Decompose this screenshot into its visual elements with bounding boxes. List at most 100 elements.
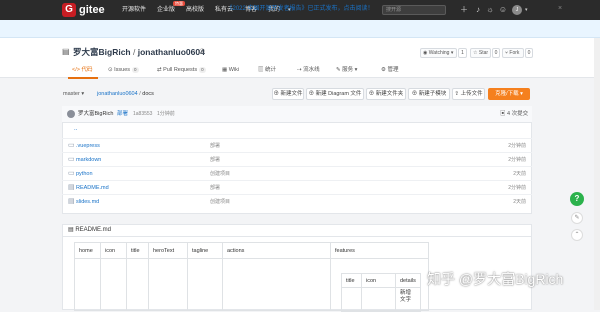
star-count[interactable]: 0 bbox=[492, 48, 500, 58]
tab-pipeline[interactable]: ⇢ 流水线 bbox=[297, 66, 320, 74]
table-cell bbox=[74, 258, 101, 311]
tab-issues[interactable]: ⊙ Issues 0 bbox=[108, 66, 139, 74]
upload-file-button[interactable]: ⇪ 上传文件 bbox=[452, 88, 485, 100]
table-cell bbox=[361, 287, 396, 312]
table-cell bbox=[341, 287, 362, 312]
folder-icon: ▭ bbox=[68, 142, 75, 149]
avatar[interactable] bbox=[67, 110, 75, 118]
file-time: 2分钟前 bbox=[508, 143, 526, 149]
star-label: Star bbox=[478, 50, 489, 56]
file-name[interactable]: README.md bbox=[76, 184, 109, 192]
file-commit-message[interactable]: 部署 bbox=[210, 142, 220, 150]
file-row-vuepress[interactable]: ▭ .vuepress 部署 2分钟前 bbox=[62, 138, 532, 152]
new-diagram-button[interactable]: ⊕ 新建 Diagram 文件 bbox=[306, 88, 364, 100]
active-tab-indicator bbox=[68, 77, 98, 79]
file-name[interactable]: python bbox=[76, 170, 93, 178]
watermark: 知乎 @罗大富BigRich bbox=[427, 271, 564, 287]
table-cell bbox=[126, 258, 149, 311]
file-commit-message[interactable]: 部署 bbox=[210, 184, 220, 192]
file-icon: ▤ bbox=[68, 184, 75, 191]
fork-label: Fork bbox=[509, 50, 520, 56]
table-header: icon bbox=[100, 242, 127, 259]
issue-icon: ⊙ bbox=[108, 67, 113, 73]
file-name[interactable]: markdown bbox=[76, 156, 101, 164]
file-time: 2天前 bbox=[513, 199, 526, 205]
table-header: home bbox=[74, 242, 101, 259]
help-icon[interactable]: ? bbox=[570, 192, 584, 206]
commit-message[interactable]: 部署 bbox=[117, 110, 128, 118]
tab-stats[interactable]: ▥ 统计 bbox=[258, 66, 276, 74]
tab-wiki[interactable]: ▦ Wiki bbox=[222, 66, 239, 74]
file-row-slides[interactable]: ▤ slides.md 创建项目 2天前 bbox=[62, 194, 532, 208]
wiki-icon: ▦ bbox=[222, 67, 228, 73]
breadcrumb: jonathanluo0604 / docs bbox=[97, 90, 154, 98]
table-cell bbox=[187, 258, 223, 311]
commit-author[interactable]: 罗大富BigRich bbox=[78, 110, 113, 118]
parent-directory-link[interactable]: .. bbox=[74, 125, 77, 133]
file-time: 2分钟前 bbox=[508, 157, 526, 163]
file-name[interactable]: slides.md bbox=[76, 198, 99, 206]
back-to-top-icon[interactable]: ⌃ bbox=[571, 229, 583, 241]
issues-count: 0 bbox=[132, 67, 139, 73]
file-commit-message[interactable]: 创建项目 bbox=[210, 198, 230, 206]
tab-manage[interactable]: ⚙ 管理 bbox=[381, 66, 398, 74]
repo-title: 罗大富BigRich / jonathanluo0604 bbox=[73, 47, 205, 57]
fork-button[interactable]: ⑂ Fork bbox=[502, 48, 524, 58]
tab-services[interactable]: ✎ 服务 ▾ bbox=[336, 66, 357, 74]
branch-select[interactable]: master ▾ bbox=[63, 90, 84, 98]
table-header: features bbox=[330, 242, 429, 259]
file-commit-message[interactable]: 部署 bbox=[210, 156, 220, 164]
pr-count: 0 bbox=[199, 67, 206, 73]
commit-time: 1分钟前 bbox=[157, 111, 175, 117]
repo-name[interactable]: jonathanluo0604 bbox=[138, 47, 205, 57]
new-folder-button[interactable]: ⊕ 新建文件夹 bbox=[366, 88, 406, 100]
repo-owner[interactable]: 罗大富BigRich bbox=[73, 47, 131, 57]
repo-separator: / bbox=[133, 47, 136, 57]
watch-button[interactable]: ◉ Watching ▾ bbox=[420, 48, 457, 58]
table-cell: 新增文字 bbox=[395, 287, 421, 312]
edit-icon[interactable]: ✎ bbox=[571, 212, 583, 224]
table-cell bbox=[222, 258, 331, 311]
file-commit-message[interactable]: 创建项目 bbox=[210, 170, 230, 178]
tab-pull-requests[interactable]: ⇄ Pull Requests 0 bbox=[157, 66, 206, 74]
folder-icon: ▭ bbox=[68, 170, 75, 177]
watch-label: Watching bbox=[428, 50, 450, 56]
commit-hash[interactable]: 1a83553 bbox=[133, 110, 152, 118]
repo-icon: ▤ bbox=[62, 47, 70, 56]
file-icon: ▤ bbox=[68, 198, 75, 205]
breadcrumb-current: docs bbox=[142, 91, 154, 97]
services-icon: ✎ bbox=[336, 67, 341, 73]
table-header: title bbox=[341, 273, 362, 288]
tab-code[interactable]: </> 代码 bbox=[72, 66, 93, 74]
table-header: icon bbox=[361, 273, 396, 288]
pipeline-icon: ⇢ bbox=[297, 67, 302, 73]
star-button[interactable]: ☆ Star bbox=[470, 48, 491, 58]
close-icon[interactable]: × bbox=[558, 4, 562, 14]
clone-download-button[interactable]: 克隆/下载 ▾ bbox=[488, 88, 530, 100]
file-row-markdown[interactable]: ▭ markdown 部署 2分钟前 bbox=[62, 152, 532, 166]
table-header: actions bbox=[222, 242, 331, 259]
features-table: title icon details 新增文字 bbox=[341, 273, 421, 312]
history-icon: ▣ bbox=[500, 111, 506, 117]
scrollbar[interactable] bbox=[594, 38, 600, 310]
commit-count[interactable]: ▣ 4 次提交 bbox=[500, 110, 528, 118]
new-submodule-button[interactable]: ⊕ 新建子模块 bbox=[408, 88, 450, 100]
file-name[interactable]: .vuepress bbox=[76, 142, 100, 150]
fork-count[interactable]: 0 bbox=[525, 48, 533, 58]
banner-link[interactable]: 《2022 中国开源开发者报告》已正式发布，点击阅读！ bbox=[0, 5, 600, 13]
table-cell bbox=[100, 258, 127, 311]
table-header: details bbox=[395, 273, 421, 288]
breadcrumb-root[interactable]: jonathanluo0604 bbox=[97, 91, 138, 97]
watch-count[interactable]: 1 bbox=[458, 48, 467, 58]
stats-icon: ▥ bbox=[258, 67, 264, 73]
breadcrumb-separator: / bbox=[139, 91, 141, 97]
folder-icon: ▭ bbox=[68, 156, 75, 163]
file-row-readme[interactable]: ▤ README.md 部署 2分钟前 bbox=[62, 180, 532, 194]
file-time: 2分钟前 bbox=[508, 185, 526, 191]
file-row-python[interactable]: ▭ python 创建项目 2天前 bbox=[62, 166, 532, 180]
public-repo-icon: ◎ bbox=[199, 48, 206, 55]
file-icon: ▤ bbox=[68, 227, 74, 233]
pull-request-icon: ⇄ bbox=[157, 67, 162, 73]
new-file-button[interactable]: ⊕ 新建文件 bbox=[272, 88, 304, 100]
code-icon: </> bbox=[72, 67, 80, 73]
